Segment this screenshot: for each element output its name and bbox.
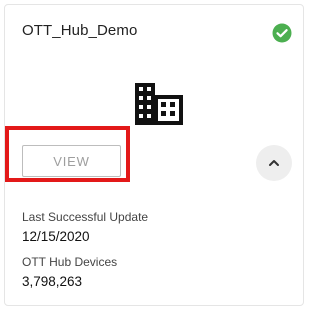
- collapse-button[interactable]: [256, 145, 292, 181]
- check-circle-icon: [272, 23, 292, 43]
- devices-value: 3,798,263: [22, 274, 83, 289]
- card-title: OTT_Hub_Demo: [22, 22, 138, 39]
- chevron-up-icon: [269, 160, 279, 166]
- last-update-label: Last Successful Update: [22, 210, 149, 224]
- view-highlight-box: [5, 126, 130, 182]
- devices-label: OTT Hub Devices: [22, 255, 118, 269]
- last-update-value: 12/15/2020: [22, 229, 90, 244]
- building-icon: [135, 83, 183, 125]
